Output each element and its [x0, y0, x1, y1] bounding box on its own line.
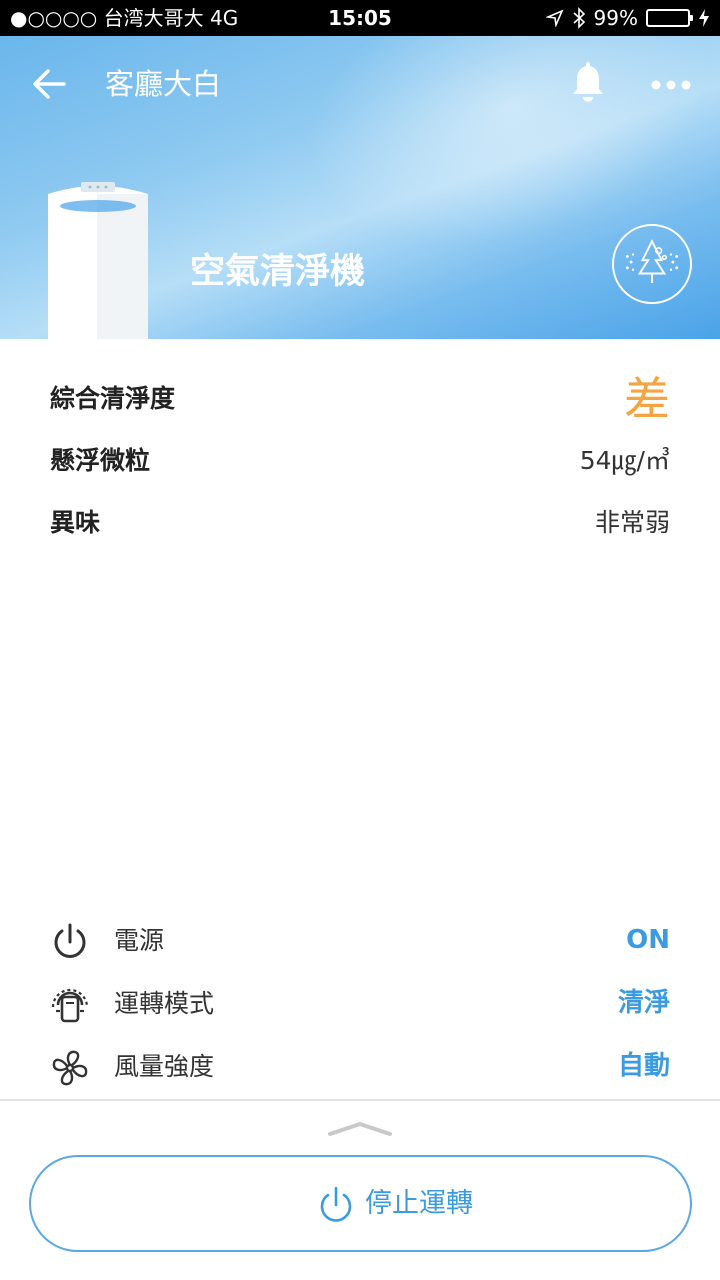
control-fan-speed[interactable]: 風量強度 自動	[50, 1036, 670, 1096]
status-bar: ●○○○○ 台湾大哥大 4G 15:05 99%	[0, 0, 720, 36]
metric-pm: 懸浮微粒 54㎍/㎥	[50, 436, 670, 486]
stop-operation-button[interactable]: 停止運轉	[29, 1155, 692, 1252]
control-label: 電源	[114, 926, 165, 955]
metric-value: 非常弱	[594, 508, 670, 537]
divider	[0, 1099, 720, 1101]
control-label: 運轉模式	[114, 989, 215, 1018]
battery-percent: 99%	[593, 6, 638, 30]
status-right: 99%	[545, 0, 710, 36]
metric-grade: 差	[624, 372, 670, 426]
chevron-up-icon[interactable]	[326, 1118, 394, 1140]
metric-overall-cleanliness: 綜合清淨度 差	[50, 372, 670, 426]
control-value[interactable]: 清淨	[618, 973, 670, 1033]
charging-icon	[699, 9, 709, 27]
nav-bar: 客廳大白	[0, 36, 720, 130]
power-icon	[320, 1186, 352, 1222]
device-header: 客廳大白 空氣清淨機	[0, 36, 720, 339]
more-icon[interactable]	[650, 70, 692, 100]
mode-icon	[51, 988, 89, 1023]
battery-icon	[646, 9, 693, 27]
bluetooth-icon	[573, 7, 585, 29]
metric-label: 異味	[50, 508, 101, 537]
metric-label: 綜合清淨度	[50, 384, 176, 413]
fan-icon	[52, 1050, 88, 1086]
control-value[interactable]: ON	[626, 910, 670, 970]
stop-button-label: 停止運轉	[365, 1188, 473, 1219]
air-purifier-image	[48, 182, 148, 339]
back-arrow-icon[interactable]	[30, 64, 70, 104]
metric-value: 54㎍/㎥	[579, 446, 670, 475]
page-title: 客廳大白	[105, 67, 222, 101]
control-mode[interactable]: 運轉模式 清淨	[50, 973, 670, 1033]
control-label: 風量強度	[114, 1052, 215, 1081]
purify-mode-icon[interactable]	[612, 224, 692, 304]
bell-icon[interactable]	[568, 62, 608, 104]
metric-label: 懸浮微粒	[50, 446, 151, 475]
power-icon	[54, 923, 86, 958]
control-value[interactable]: 自動	[618, 1036, 670, 1096]
control-power[interactable]: 電源 ON	[50, 910, 670, 970]
device-name: 空氣清淨機	[190, 252, 366, 292]
metric-odor: 異味 非常弱	[50, 498, 670, 548]
location-icon	[545, 9, 564, 27]
